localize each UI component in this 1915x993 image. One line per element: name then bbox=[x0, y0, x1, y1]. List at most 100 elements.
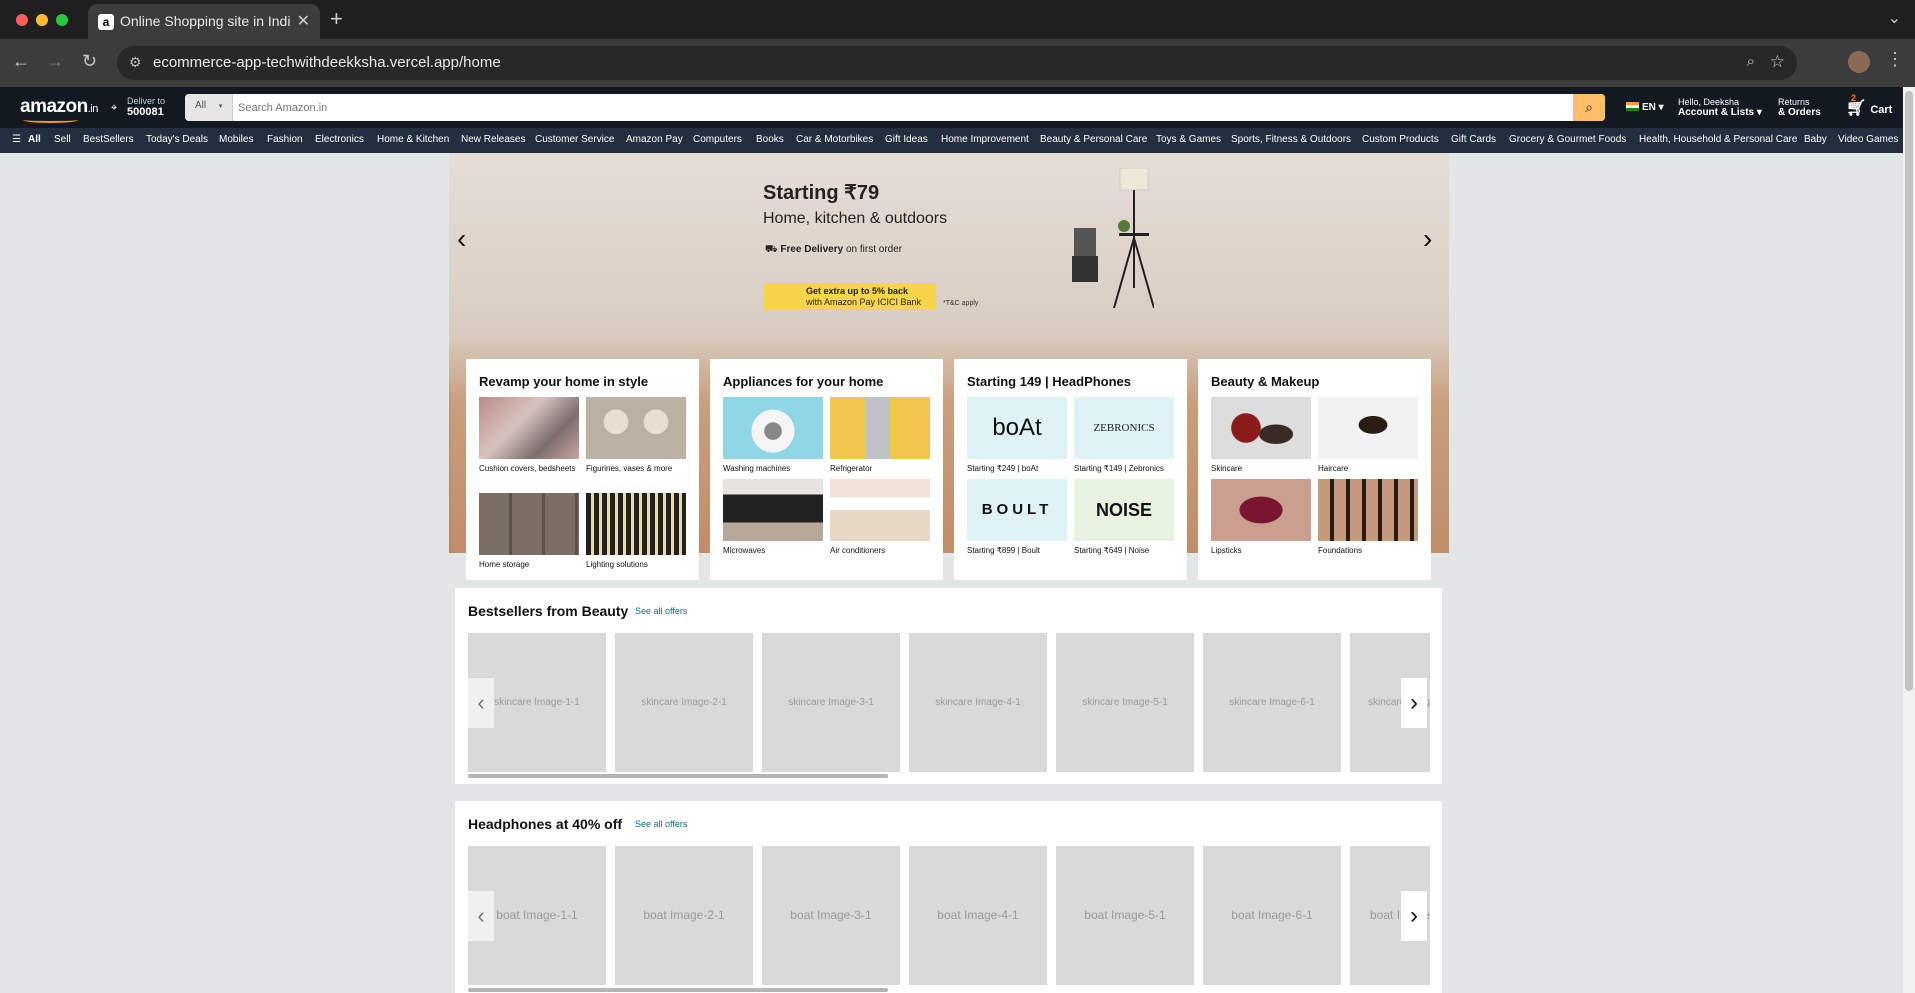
close-window-button[interactable] bbox=[16, 14, 28, 26]
carousel-prev-icon[interactable]: ‹ bbox=[468, 891, 494, 941]
tile-noise[interactable]: NOISE Starting ₹649 | Noise bbox=[1074, 479, 1174, 557]
search-button[interactable]: ⌕ bbox=[1573, 94, 1605, 121]
row-scrollbar[interactable] bbox=[468, 774, 888, 778]
tile-foundations[interactable]: Foundations bbox=[1318, 479, 1418, 557]
tile-boult[interactable]: BOULT Starting ₹899 | Boult bbox=[967, 479, 1067, 557]
nav-item[interactable]: Gift Ideas bbox=[885, 134, 928, 145]
tile-air-conditioners[interactable]: Air conditioners bbox=[830, 479, 930, 557]
product-image[interactable]: boat Image-4-1 bbox=[909, 846, 1047, 985]
nav-item[interactable]: Gift Cards bbox=[1451, 134, 1496, 145]
nav-item[interactable]: BestSellers bbox=[83, 134, 134, 145]
tile-storage[interactable]: Home storage bbox=[479, 493, 579, 571]
category-card-headphones[interactable]: Starting 149 | HeadPhones boAt Starting … bbox=[954, 359, 1187, 580]
carousel-next-icon[interactable]: › bbox=[1401, 678, 1427, 728]
language-selector[interactable]: EN ▾ bbox=[1626, 102, 1664, 113]
product-image[interactable]: skincare Image-5-1 bbox=[1056, 633, 1194, 772]
tile-caption: Starting ₹899 | Boult bbox=[967, 546, 1040, 555]
row-scrollbar[interactable] bbox=[468, 988, 888, 992]
nav-item[interactable]: Books bbox=[756, 134, 784, 145]
tile-caption: Foundations bbox=[1318, 546, 1363, 555]
browser-menu-icon[interactable]: ⋮ bbox=[1886, 49, 1904, 70]
foundation-image bbox=[1318, 479, 1418, 541]
category-card-home[interactable]: Revamp your home in style Cushion covers… bbox=[466, 359, 699, 580]
profile-avatar[interactable] bbox=[1848, 51, 1870, 73]
product-image[interactable]: skincare Image-3-1 bbox=[762, 633, 900, 772]
hamburger-menu-icon[interactable]: ☰ bbox=[12, 134, 21, 145]
lipstick-image bbox=[1211, 479, 1311, 541]
amazon-logo[interactable]: amazon.in bbox=[20, 96, 98, 123]
nav-item[interactable]: Mobiles bbox=[219, 134, 253, 145]
minimize-window-button[interactable] bbox=[36, 14, 48, 26]
tile-haircare[interactable]: Haircare bbox=[1318, 397, 1418, 475]
bestsellers-beauty-row: Bestsellers from Beauty See all offers s… bbox=[455, 588, 1442, 784]
bookmark-star-icon[interactable]: ☆ bbox=[1770, 52, 1785, 72]
delivery-bold: Free Delivery bbox=[780, 244, 844, 255]
url-input[interactable]: ⚙ ecommerce-app-techwithdeekksha.vercel.… bbox=[117, 46, 1797, 80]
tile-cushions[interactable]: Cushion covers, bedsheets bbox=[479, 397, 579, 475]
nav-item[interactable]: Today's Deals bbox=[146, 134, 208, 145]
nav-item-all[interactable]: All bbox=[28, 134, 41, 145]
nav-item[interactable]: Health, Household & Personal Care bbox=[1639, 134, 1797, 145]
tile-boat[interactable]: boAt Starting ₹249 | boAt bbox=[967, 397, 1067, 475]
hero-prev-icon[interactable]: ‹ bbox=[457, 223, 466, 255]
nav-item[interactable]: Beauty & Personal Care bbox=[1040, 134, 1147, 145]
product-image[interactable]: boat Image-6-1 bbox=[1203, 846, 1341, 985]
search-input[interactable] bbox=[238, 94, 1538, 121]
scrollbar-thumb[interactable] bbox=[1905, 91, 1913, 691]
nav-item[interactable]: Toys & Games bbox=[1156, 134, 1221, 145]
nav-item[interactable]: Electronics bbox=[315, 134, 364, 145]
tile-zebronics[interactable]: ZEBRONICS Starting ₹149 | Zebronics bbox=[1074, 397, 1174, 475]
product-image[interactable]: skincare Image-6-1 bbox=[1203, 633, 1341, 772]
nav-item[interactable]: Baby bbox=[1804, 134, 1827, 145]
product-image[interactable]: skincare Image-4-1 bbox=[909, 633, 1047, 772]
product-image[interactable]: boat Image-2-1 bbox=[615, 846, 753, 985]
zoom-icon[interactable]: ⌕ bbox=[1747, 53, 1755, 70]
new-tab-icon[interactable]: + bbox=[330, 6, 343, 32]
carousel-next-icon[interactable]: › bbox=[1401, 891, 1427, 941]
nav-item[interactable]: Custom Products bbox=[1362, 134, 1439, 145]
tile-figurines[interactable]: Figurines, vases & more bbox=[586, 397, 686, 475]
tile-skincare[interactable]: Skincare bbox=[1211, 397, 1311, 475]
forward-icon[interactable]: → bbox=[46, 51, 64, 72]
maximize-window-button[interactable] bbox=[56, 14, 68, 26]
tile-washing-machines[interactable]: Washing machines bbox=[723, 397, 823, 475]
hero-next-icon[interactable]: › bbox=[1423, 223, 1432, 255]
tile-lighting[interactable]: Lighting solutions bbox=[586, 493, 686, 571]
tile-refrigerator[interactable]: Refrigerator bbox=[830, 397, 930, 475]
tile-lipsticks[interactable]: Lipsticks bbox=[1211, 479, 1311, 557]
nav-item[interactable]: Sell bbox=[54, 134, 71, 145]
cart-button[interactable]: 2 🛒︎ Cart bbox=[1846, 93, 1892, 118]
nav-item[interactable]: Amazon Pay bbox=[626, 134, 683, 145]
nav-item[interactable]: Customer Service bbox=[535, 134, 614, 145]
back-icon[interactable]: ← bbox=[12, 51, 30, 72]
browser-tab[interactable]: a Online Shopping site in India: ✕ bbox=[88, 4, 320, 39]
product-image[interactable]: boat Image-3-1 bbox=[762, 846, 900, 985]
nav-item[interactable]: Video Games bbox=[1838, 134, 1898, 145]
see-all-offers-link[interactable]: See all offers bbox=[635, 819, 687, 829]
returns-orders[interactable]: Returns & Orders bbox=[1778, 97, 1821, 118]
category-card-beauty[interactable]: Beauty & Makeup Skincare Haircare Lipsti… bbox=[1198, 359, 1431, 580]
reload-icon[interactable]: ↻ bbox=[82, 51, 97, 72]
tab-search-icon[interactable]: ⌄ bbox=[1888, 8, 1901, 28]
product-image[interactable]: boat Image-5-1 bbox=[1056, 846, 1194, 985]
nav-item[interactable]: Grocery & Gourmet Foods bbox=[1509, 134, 1626, 145]
nav-item[interactable]: Home Improvement bbox=[941, 134, 1029, 145]
nav-item[interactable]: Home & Kitchen bbox=[377, 134, 449, 145]
truck-icon: ⛟ bbox=[765, 244, 778, 255]
nav-item[interactable]: Sports, Fitness & Outdoors bbox=[1231, 134, 1351, 145]
site-settings-icon[interactable]: ⚙ bbox=[129, 54, 142, 71]
nav-item[interactable]: Computers bbox=[693, 134, 742, 145]
carousel-prev-icon[interactable]: ‹ bbox=[468, 678, 494, 728]
nav-item[interactable]: New Releases bbox=[461, 134, 525, 145]
nav-item[interactable]: Car & Motorbikes bbox=[796, 134, 873, 145]
tile-microwaves[interactable]: Microwaves bbox=[723, 479, 823, 557]
page-scrollbar[interactable] bbox=[1903, 87, 1915, 993]
account-menu[interactable]: Hello, Deeksha Account & Lists ▾ bbox=[1678, 97, 1762, 118]
see-all-offers-link[interactable]: See all offers bbox=[635, 606, 687, 616]
returns-label: Returns bbox=[1778, 97, 1810, 107]
product-image[interactable]: skincare Image-2-1 bbox=[615, 633, 753, 772]
search-category-select[interactable]: All ▾ bbox=[185, 94, 233, 121]
close-tab-icon[interactable]: ✕ bbox=[297, 11, 310, 31]
category-card-appliances[interactable]: Appliances for your home Washing machine… bbox=[710, 359, 943, 580]
nav-item[interactable]: Fashion bbox=[267, 134, 303, 145]
